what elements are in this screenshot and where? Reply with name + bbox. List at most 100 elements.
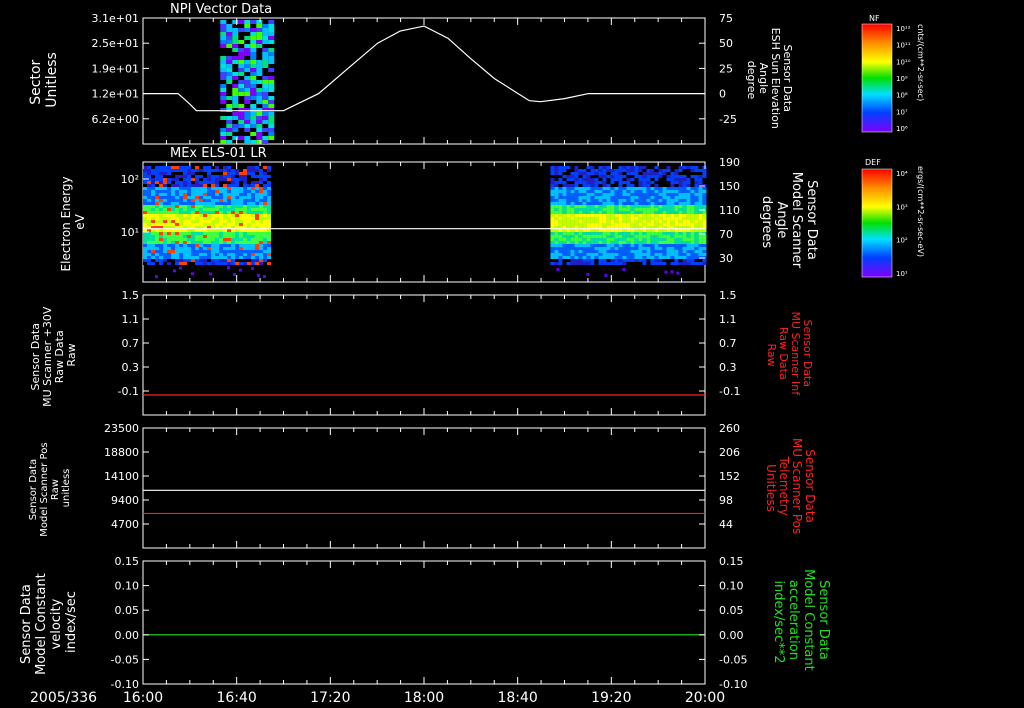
- spectrogram-cell: [268, 100, 275, 104]
- spectrogram-cell: [594, 262, 599, 265]
- spectrogram-cell: [207, 166, 211, 169]
- spectrogram-cell: [666, 184, 671, 187]
- right-tick-label: 0.15: [719, 555, 744, 568]
- spectrogram-cell: [238, 112, 245, 116]
- spectrogram-cell: [686, 190, 691, 193]
- spectrogram-cell: [231, 199, 235, 202]
- spectrogram-cell: [163, 205, 167, 208]
- spectrogram-cell: [203, 244, 207, 247]
- right-tick-label: 98: [719, 494, 733, 507]
- right-tick-label: -25: [719, 113, 737, 126]
- spectrogram-cell: [562, 199, 567, 202]
- spectrogram-cell: [259, 199, 263, 202]
- spectrogram-cell: [642, 217, 647, 220]
- spectrogram-cell: [686, 187, 691, 190]
- spectrogram-cell: [247, 196, 251, 199]
- spectrogram-cell: [614, 250, 619, 253]
- spectrogram-cell: [227, 202, 231, 205]
- spectrogram-cell: [191, 202, 195, 205]
- spectrogram-cell: [191, 205, 195, 208]
- spectrogram-cell: [220, 76, 227, 80]
- spectrogram-cell: [698, 262, 703, 265]
- spectrogram-cell: [262, 120, 269, 124]
- spectrogram-cell: [151, 196, 155, 199]
- spectrogram-cell: [191, 211, 195, 214]
- spectrogram-cell: [250, 104, 257, 108]
- spectrogram-cell: [223, 247, 227, 250]
- spectrogram-cell: [219, 211, 223, 214]
- spectrogram-cell: [598, 187, 603, 190]
- spectrogram-cell: [244, 20, 251, 24]
- spectrogram-cell: [606, 190, 611, 193]
- spectrogram-cell: [578, 193, 583, 196]
- spectrogram-cell: [586, 223, 591, 226]
- spectrogram-cell: [167, 175, 171, 178]
- spectrogram-cell: [227, 181, 231, 184]
- spectrogram-cell: [268, 36, 275, 40]
- spectrogram-cell: [227, 205, 231, 208]
- spectrogram-cell: [602, 178, 607, 181]
- spectrogram-cell: [634, 244, 639, 247]
- spectrogram-cell: [250, 44, 257, 48]
- spectrogram-cell: [183, 169, 187, 172]
- spectrogram-cell: [678, 232, 683, 235]
- spectrogram-cell: [244, 92, 251, 96]
- spectrogram-cell: [268, 128, 275, 132]
- spectrogram-cell: [690, 169, 695, 172]
- spectrogram-cell: [578, 178, 583, 181]
- spectrogram-cell: [231, 169, 235, 172]
- spectrogram-cell: [255, 190, 259, 193]
- spectrogram-cell: [147, 241, 151, 244]
- spectrogram-cell: [238, 52, 245, 56]
- spectrogram-cell: [626, 220, 631, 223]
- spectrogram-cell: [682, 211, 687, 214]
- spectrogram-cell: [247, 262, 251, 265]
- spectrogram-cell: [622, 196, 627, 199]
- spectrogram-cell: [622, 199, 627, 202]
- spectrogram-cell: [263, 223, 267, 226]
- spectrogram-cell: [147, 205, 151, 208]
- spectrogram-cell: [702, 205, 707, 208]
- spectrogram-cell: [219, 259, 223, 262]
- spectrogram-cell: [143, 256, 147, 259]
- spectrogram-cell: [664, 270, 668, 274]
- spectrogram-cell: [626, 199, 631, 202]
- spectrogram-cell: [207, 238, 211, 241]
- time-tick-label: 16:00: [123, 690, 163, 706]
- spectrogram-cell: [255, 220, 259, 223]
- spectrogram-cell: [155, 217, 159, 220]
- spectrogram-cell: [622, 220, 627, 223]
- spectrogram-cell: [574, 214, 579, 217]
- spectrogram-cell: [243, 187, 247, 190]
- spectrogram-cell: [247, 256, 251, 259]
- spectrogram-cell: [642, 244, 647, 247]
- spectrogram-cell: [646, 196, 651, 199]
- spectrogram-cell: [151, 214, 155, 217]
- spectrogram-cell: [698, 214, 703, 217]
- spectrogram-cell: [666, 178, 671, 181]
- spectrogram-cell: [562, 238, 567, 241]
- spectrogram-cell: [151, 211, 155, 214]
- spectrogram-cell: [594, 223, 599, 226]
- spectrogram-cell: [682, 247, 687, 250]
- spectrogram-cell: [262, 28, 269, 32]
- spectrogram-cell: [220, 28, 227, 32]
- spectrogram-cell: [566, 184, 571, 187]
- spectrogram-cell: [610, 259, 615, 262]
- spectrogram-cell: [586, 229, 591, 232]
- spectrogram-cell: [574, 244, 579, 247]
- spectrogram-cell: [167, 238, 171, 241]
- spectrogram-cell: [227, 262, 231, 265]
- spectrogram-cell: [634, 178, 639, 181]
- spectrogram-cell: [602, 223, 607, 226]
- spectrogram-cell: [191, 220, 195, 223]
- spectrogram-cell: [614, 220, 619, 223]
- spectrogram-cell: [702, 244, 707, 247]
- spectrogram-cell: [195, 223, 199, 226]
- spectrogram-cell: [163, 235, 167, 238]
- spectrogram-cell: [259, 166, 263, 169]
- spectrogram-cell: [558, 193, 563, 196]
- spectrogram-cell: [570, 202, 575, 205]
- spectrogram-cell: [690, 202, 695, 205]
- spectrogram-cell: [171, 235, 175, 238]
